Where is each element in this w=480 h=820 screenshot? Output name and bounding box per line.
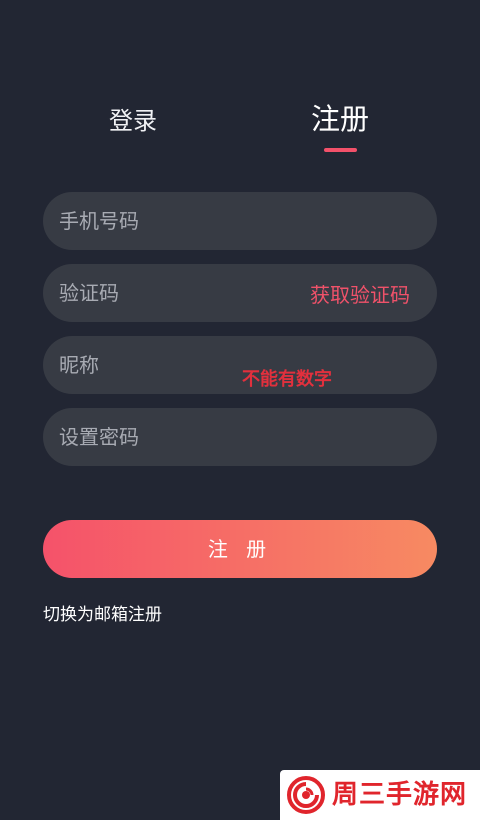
active-tab-indicator [324, 148, 357, 152]
verification-code-input[interactable] [59, 264, 289, 322]
nickname-hint: 不能有数字 [242, 369, 332, 390]
switch-to-email-link[interactable]: 切换为邮箱注册 [43, 600, 162, 625]
password-field[interactable] [43, 408, 437, 466]
password-input[interactable] [59, 408, 289, 466]
nickname-field[interactable]: 不能有数字 [43, 336, 437, 394]
auth-tabs: 登录 注册 [0, 0, 480, 160]
tab-register[interactable]: 注册 [311, 99, 369, 139]
verification-code-field[interactable]: 获取验证码 [43, 264, 437, 322]
watermark-text: 周三手游网 [332, 780, 468, 810]
tab-login[interactable]: 登录 [109, 101, 157, 141]
phone-field[interactable] [43, 192, 437, 250]
phone-input[interactable] [59, 192, 289, 250]
watermark: 周三手游网 [280, 770, 480, 820]
get-code-button[interactable]: 获取验证码 [310, 264, 410, 322]
watermark-logo-icon [287, 776, 325, 814]
register-button[interactable]: 注 册 [43, 520, 437, 578]
